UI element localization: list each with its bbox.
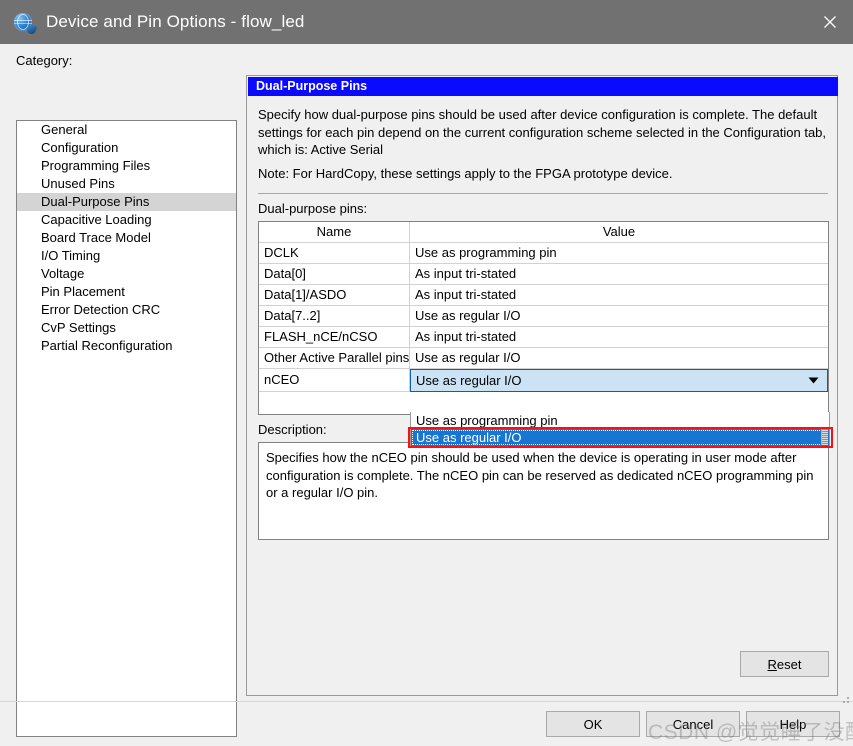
panel-header: Dual-Purpose Pins (248, 77, 838, 96)
dialog-body: Category: General Configuration Programm… (0, 44, 853, 744)
pin-value[interactable]: As input tri-stated (410, 264, 828, 284)
pin-value[interactable]: As input tri-stated (410, 327, 828, 347)
table-row[interactable]: FLASH_nCE/nCSO As input tri-stated (259, 327, 828, 348)
pin-name: nCEO (259, 369, 410, 392)
pin-value[interactable]: As input tri-stated (410, 285, 828, 305)
resize-grip[interactable] (839, 693, 850, 704)
cancel-button[interactable]: Cancel (646, 711, 740, 737)
pin-name: Data[7..2] (259, 306, 410, 326)
sidebar-item-general[interactable]: General (17, 121, 236, 139)
footer-divider (0, 701, 853, 702)
dual-purpose-pins-table[interactable]: Name Value DCLK Use as programming pin D… (258, 221, 833, 448)
window-title: Device and Pin Options - flow_led (46, 12, 305, 31)
column-header-name: Name (259, 222, 410, 242)
pin-value[interactable]: Use as programming pin (410, 243, 828, 263)
sidebar-item-partial-reconfiguration[interactable]: Partial Reconfiguration (17, 337, 236, 355)
description-text: Specifies how the nCEO pin should be use… (266, 450, 814, 500)
close-icon[interactable] (806, 0, 853, 44)
sidebar-item-voltage[interactable]: Voltage (17, 265, 236, 283)
pin-name: FLASH_nCE/nCSO (259, 327, 410, 347)
sidebar-item-programming-files[interactable]: Programming Files (17, 157, 236, 175)
reset-label-rest: eset (776, 656, 802, 672)
sidebar-item-unused-pins[interactable]: Unused Pins (17, 175, 236, 193)
category-list[interactable]: General Configuration Programming Files … (16, 120, 237, 737)
column-header-value: Value (602, 224, 636, 239)
pin-name: Data[0] (259, 264, 410, 284)
table-header-row: Name Value (259, 222, 828, 243)
combobox-selected-value: Use as regular I/O (416, 373, 522, 388)
title-bar: Device and Pin Options - flow_led (0, 0, 853, 44)
description-box: Specifies how the nCEO pin should be use… (258, 442, 829, 540)
dropdown-scroll-nub[interactable] (821, 429, 828, 445)
ok-button[interactable]: OK (546, 711, 640, 737)
table-row[interactable]: Data[7..2] Use as regular I/O (259, 306, 828, 327)
table-row[interactable]: Data[1]/ASDO As input tri-stated (259, 285, 828, 306)
dropdown-option-programming-pin[interactable]: Use as programming pin (411, 412, 829, 429)
sidebar-item-cvp-settings[interactable]: CvP Settings (17, 319, 236, 337)
panel-intro-text: Specify how dual-purpose pins should be … (258, 107, 827, 157)
pin-name: DCLK (259, 243, 410, 263)
table-row-nceo[interactable]: nCEO Use as regular I/O (259, 369, 828, 392)
sidebar-item-configuration[interactable]: Configuration (17, 139, 236, 157)
nceo-value-combobox[interactable]: Use as regular I/O (410, 369, 828, 392)
sidebar-item-pin-placement[interactable]: Pin Placement (17, 283, 236, 301)
pin-value[interactable]: Use as regular I/O (410, 348, 828, 368)
table-row[interactable]: DCLK Use as programming pin (259, 243, 828, 264)
reset-button[interactable]: Reset (740, 651, 829, 677)
pin-name: Other Active Parallel pins (259, 348, 410, 368)
sidebar-item-io-timing[interactable]: I/O Timing (17, 247, 236, 265)
dual-purpose-pins-label: Dual-purpose pins: (258, 201, 368, 216)
dual-purpose-pins-panel: Dual-Purpose Pins Specify how dual-purpo… (246, 75, 838, 696)
nceo-dropdown-list[interactable]: Use as programming pin Use as regular I/… (410, 412, 830, 447)
sidebar-item-error-detection-crc[interactable]: Error Detection CRC (17, 301, 236, 319)
panel-note-text: Note: For HardCopy, these settings apply… (258, 166, 673, 181)
description-label: Description: (258, 422, 327, 437)
sidebar-item-capacitive-loading[interactable]: Capacitive Loading (17, 211, 236, 229)
sidebar-item-dual-purpose-pins[interactable]: Dual-Purpose Pins (17, 193, 236, 211)
table-row[interactable]: Other Active Parallel pins Use as regula… (259, 348, 828, 369)
table-row[interactable]: Data[0] As input tri-stated (259, 264, 828, 285)
sidebar-item-board-trace-model[interactable]: Board Trace Model (17, 229, 236, 247)
quartus-globe-icon (13, 11, 38, 36)
pin-name: Data[1]/ASDO (259, 285, 410, 305)
help-button[interactable]: Help (746, 711, 840, 737)
reset-accel-letter: R (767, 656, 777, 672)
dropdown-option-regular-io[interactable]: Use as regular I/O (411, 429, 829, 446)
pin-value[interactable]: Use as regular I/O (410, 306, 828, 326)
category-label: Category: (16, 53, 73, 68)
panel-divider (258, 193, 828, 194)
chevron-down-icon[interactable] (808, 370, 819, 391)
